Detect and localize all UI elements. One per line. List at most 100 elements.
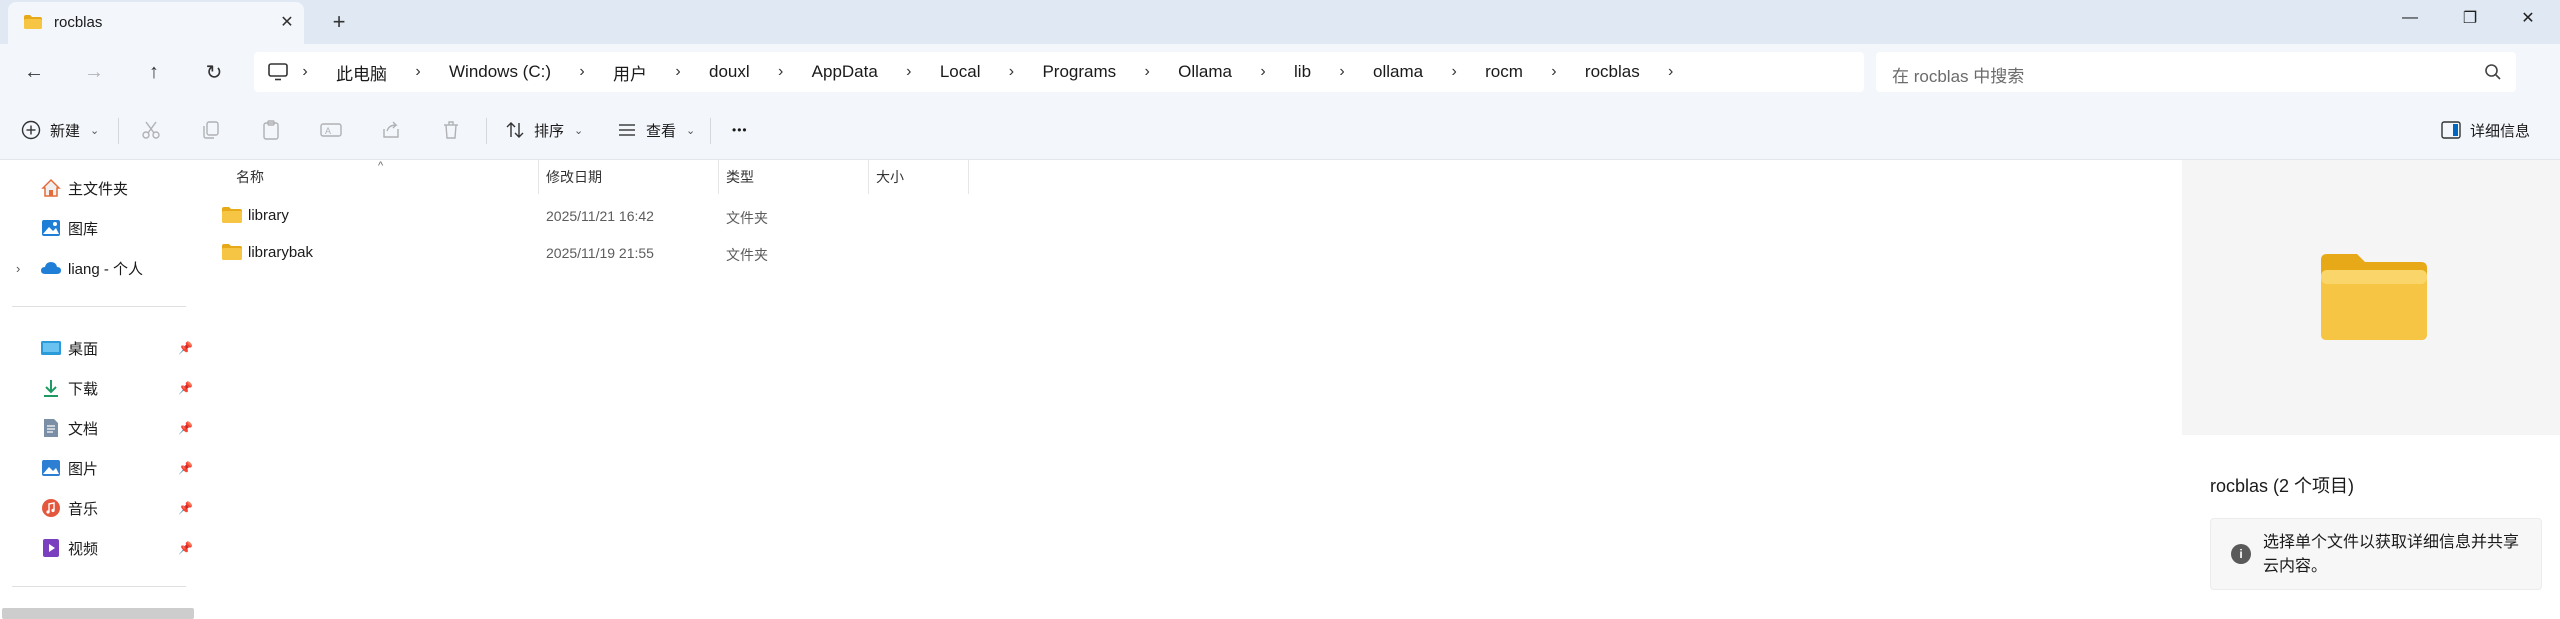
desktop-icon xyxy=(40,338,62,358)
sidebar-item-label: 视频 xyxy=(68,540,99,558)
file-name[interactable]: librarybak xyxy=(248,244,313,261)
breadcrumb-separator[interactable]: › xyxy=(1654,63,1688,81)
breadcrumb-item[interactable]: lib xyxy=(1280,62,1325,82)
pin-icon[interactable]: 📌 xyxy=(178,341,193,355)
tab-rocblas[interactable]: rocblas ✕ xyxy=(8,2,304,44)
back-button[interactable]: ← xyxy=(18,56,50,88)
forward-button[interactable]: → xyxy=(78,56,110,88)
breadcrumb-item[interactable]: 用户 xyxy=(599,60,661,85)
breadcrumb-item[interactable]: rocm xyxy=(1471,62,1537,82)
view-list-icon xyxy=(616,119,638,141)
restore-button[interactable]: ❐ xyxy=(2442,0,2498,36)
pin-icon[interactable]: 📌 xyxy=(178,541,193,555)
home-icon xyxy=(40,178,62,198)
new-button[interactable]: 新建 ⌄ xyxy=(20,114,99,146)
breadcrumb-separator[interactable]: › xyxy=(288,63,322,81)
breadcrumb-item[interactable]: ollama xyxy=(1359,62,1437,82)
paste-button[interactable] xyxy=(260,114,282,146)
pin-icon[interactable]: 📌 xyxy=(178,461,193,475)
copy-button[interactable] xyxy=(200,114,222,146)
sidebar-item-onedrive[interactable]: › liang - 个人 xyxy=(0,250,196,286)
breadcrumb-item[interactable]: rocblas xyxy=(1571,62,1654,82)
folder-icon xyxy=(222,244,242,260)
download-icon xyxy=(40,378,62,398)
folder-icon xyxy=(24,15,42,29)
breadcrumb-separator[interactable]: › xyxy=(1537,63,1571,81)
sidebar-item-downloads[interactable]: 下载 📌 xyxy=(0,370,196,406)
sidebar-item-label: 桌面 xyxy=(68,340,99,358)
up-button[interactable]: ↑ xyxy=(138,56,170,88)
details-pane-button[interactable]: 详细信息 xyxy=(2440,114,2530,146)
share-button[interactable] xyxy=(380,114,402,146)
breadcrumb-separator[interactable]: › xyxy=(565,63,599,81)
refresh-button[interactable]: ↻ xyxy=(198,56,230,88)
breadcrumb-item[interactable]: Programs xyxy=(1028,62,1130,82)
delete-button[interactable] xyxy=(440,114,462,146)
more-options-button[interactable]: ••• xyxy=(732,114,748,146)
sidebar-item-pictures[interactable]: 图片 📌 xyxy=(0,450,196,486)
video-icon xyxy=(40,538,62,558)
breadcrumb-item[interactable]: 此电脑 xyxy=(322,60,401,85)
breadcrumb-separator[interactable]: › xyxy=(401,63,435,81)
file-row[interactable]: librarybak 2025/11/19 21:55 文件夹 xyxy=(198,235,968,271)
close-window-button[interactable]: ✕ xyxy=(2500,0,2556,36)
breadcrumb-item[interactable]: Local xyxy=(926,62,995,82)
file-name[interactable]: library xyxy=(248,207,289,224)
view-button[interactable]: 查看 ⌄ xyxy=(616,114,695,146)
breadcrumb-separator[interactable]: › xyxy=(1325,63,1359,81)
sidebar-divider xyxy=(12,306,186,307)
sidebar-item-label: 图片 xyxy=(68,460,99,478)
expand-chevron-icon[interactable]: › xyxy=(16,261,20,276)
sidebar-item-videos[interactable]: 视频 📌 xyxy=(0,530,196,566)
column-header-type[interactable]: 类型 xyxy=(726,160,754,194)
column-header-name[interactable]: 名称 xyxy=(236,160,264,194)
view-button-label: 查看 xyxy=(646,122,677,140)
details-pane-label: 详细信息 xyxy=(2470,122,2531,140)
pictures-icon xyxy=(40,458,62,478)
sidebar-item-label: liang - 个人 xyxy=(68,260,144,278)
details-info-text: 选择单个文件以获取详细信息并共享云内容。 xyxy=(2263,534,2520,575)
breadcrumb-separator[interactable]: › xyxy=(1246,63,1280,81)
folder-icon xyxy=(2321,254,2427,340)
rename-icon: A xyxy=(320,119,342,141)
pin-icon[interactable]: 📌 xyxy=(178,501,193,515)
sidebar-item-documents[interactable]: 文档 📌 xyxy=(0,410,196,446)
minimize-button[interactable]: — xyxy=(2382,0,2438,36)
sidebar-item-gallery[interactable]: 图库 xyxy=(0,210,196,246)
breadcrumb-item[interactable]: Ollama xyxy=(1164,62,1246,82)
column-header-modified[interactable]: 修改日期 xyxy=(546,160,602,194)
sidebar-item-desktop[interactable]: 桌面 📌 xyxy=(0,330,196,366)
cut-button[interactable] xyxy=(140,114,162,146)
sidebar-item-home[interactable]: 主文件夹 xyxy=(0,170,196,206)
breadcrumb-separator[interactable]: › xyxy=(764,63,798,81)
breadcrumb-item[interactable]: douxl xyxy=(695,62,764,82)
breadcrumb-separator[interactable]: › xyxy=(1130,63,1164,81)
breadcrumb-separator[interactable]: › xyxy=(994,63,1028,81)
column-divider[interactable] xyxy=(968,160,969,194)
pin-icon[interactable]: 📌 xyxy=(178,421,193,435)
file-type: 文件夹 xyxy=(726,210,768,226)
column-divider[interactable] xyxy=(868,160,869,194)
computer-icon[interactable] xyxy=(268,63,288,81)
sort-button[interactable]: 排序 ⌄ xyxy=(504,114,583,146)
breadcrumb-separator[interactable]: › xyxy=(661,63,695,81)
sidebar-horizontal-scrollbar[interactable] xyxy=(2,608,194,619)
breadcrumb-item[interactable]: Windows (C:) xyxy=(435,62,565,82)
rename-button[interactable]: A xyxy=(320,114,342,146)
copy-icon xyxy=(200,119,222,141)
breadcrumb-item[interactable]: AppData xyxy=(798,62,892,82)
sidebar-item-label: 音乐 xyxy=(68,500,99,518)
breadcrumb-separator[interactable]: › xyxy=(1437,63,1471,81)
column-header-size[interactable]: 大小 xyxy=(876,160,904,194)
pin-icon[interactable]: 📌 xyxy=(178,381,193,395)
breadcrumb-separator[interactable]: › xyxy=(892,63,926,81)
column-divider[interactable] xyxy=(538,160,539,194)
file-row[interactable]: library 2025/11/21 16:42 文件夹 xyxy=(198,198,968,234)
column-divider[interactable] xyxy=(718,160,719,194)
close-tab-button[interactable]: ✕ xyxy=(276,11,298,33)
address-bar[interactable]: › 此电脑 › Windows (C:) › 用户 › douxl › AppD… xyxy=(254,52,1864,92)
search-icon[interactable] xyxy=(2484,63,2502,81)
sidebar-item-music[interactable]: 音乐 📌 xyxy=(0,490,196,526)
new-tab-button[interactable]: + xyxy=(326,9,352,35)
search-input[interactable]: 在 rocblas 中搜索 xyxy=(1876,52,2516,92)
